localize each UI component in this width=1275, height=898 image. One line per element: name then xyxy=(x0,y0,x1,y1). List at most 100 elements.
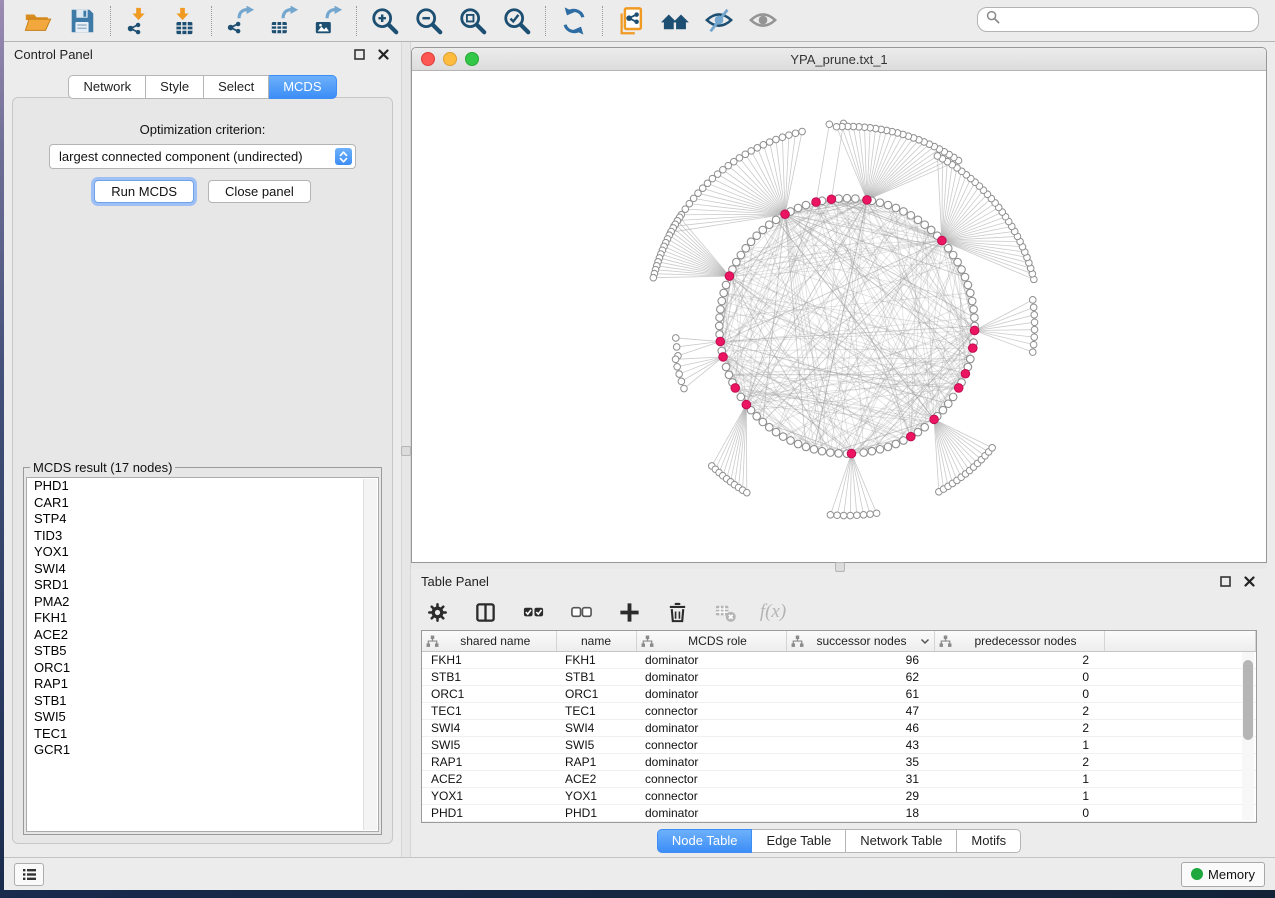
network-graph[interactable] xyxy=(412,71,1266,562)
table-row[interactable]: RAP1RAP1dominator352 xyxy=(422,754,1256,771)
table-row[interactable]: YOX1YOX1connector291 xyxy=(422,788,1256,805)
mcds-result-item[interactable]: GCR1 xyxy=(27,742,378,759)
table-scrollbar[interactable] xyxy=(1242,652,1254,820)
search-box[interactable] xyxy=(977,7,1259,32)
mcds-result-item[interactable]: SWI4 xyxy=(27,561,378,578)
table-row[interactable]: ACE2ACE2connector311 xyxy=(422,771,1256,788)
tab-select[interactable]: Select xyxy=(204,75,269,99)
show-panels-button[interactable] xyxy=(14,863,44,886)
export-network-button[interactable] xyxy=(225,6,255,36)
column-header-name[interactable]: name xyxy=(556,631,636,652)
close-panel-icon[interactable] xyxy=(1241,573,1257,589)
mcds-list-scrollbar[interactable] xyxy=(363,479,377,830)
graph-hub-node xyxy=(812,198,821,207)
table-row[interactable]: STB1STB1dominator620 xyxy=(422,669,1256,686)
export-image-button[interactable] xyxy=(313,6,343,36)
table-row[interactable]: TEC1TEC1connector472 xyxy=(422,703,1256,720)
horizontal-splitter[interactable] xyxy=(411,563,1267,569)
network-window-titlebar[interactable]: YPA_prune.txt_1 xyxy=(412,48,1266,71)
mcds-result-item[interactable]: STB1 xyxy=(27,693,378,710)
column-header-MCDS-role[interactable]: MCDS role xyxy=(636,631,786,652)
run-mcds-button[interactable]: Run MCDS xyxy=(94,180,194,203)
tab-network[interactable]: Network xyxy=(68,75,146,99)
float-panel-icon[interactable] xyxy=(351,46,367,62)
mcds-result-item[interactable]: ORC1 xyxy=(27,660,378,677)
save-session-button[interactable] xyxy=(67,6,97,36)
open-session-icon xyxy=(23,6,53,36)
mcds-result-item[interactable]: SWI5 xyxy=(27,709,378,726)
mcds-result-item[interactable]: PHD1 xyxy=(27,478,378,495)
graph-node xyxy=(860,449,868,457)
graph-leaf-node xyxy=(840,512,847,519)
graph-hub-node xyxy=(907,432,916,441)
tab-style[interactable]: Style xyxy=(146,75,204,99)
table-scrollbar-thumb[interactable] xyxy=(1243,660,1253,740)
close-panel-button[interactable]: Close panel xyxy=(208,180,311,203)
destroy-table-button[interactable] xyxy=(713,600,737,624)
graph-node xyxy=(964,281,972,289)
zoom-selected-region-button[interactable] xyxy=(502,6,532,36)
table-row[interactable]: SWI4SWI4dominator462 xyxy=(422,720,1256,737)
tab-edge-table[interactable]: Edge Table xyxy=(752,829,846,853)
tab-node-table[interactable]: Node Table xyxy=(657,829,753,853)
hide-selection-button[interactable] xyxy=(704,6,734,36)
mcds-result-item[interactable]: PMA2 xyxy=(27,594,378,611)
memory-button[interactable]: Memory xyxy=(1181,862,1265,887)
graph-node xyxy=(907,212,915,220)
add-column-button[interactable] xyxy=(617,600,641,624)
tab-motifs[interactable]: Motifs xyxy=(957,829,1021,853)
column-header-successor-nodes[interactable]: successor nodes xyxy=(786,631,934,652)
mcds-result-list[interactable]: PHD1CAR1STP4TID3YOX1SWI4SRD1PMA2FKH1ACE2… xyxy=(26,477,379,832)
table-row[interactable]: SWI5SWI5connector431 xyxy=(422,737,1256,754)
graph-node xyxy=(967,289,975,297)
delete-column-button[interactable] xyxy=(665,600,689,624)
gear-button[interactable] xyxy=(425,600,449,624)
select-all-button[interactable] xyxy=(521,600,545,624)
mcds-result-item[interactable]: ACE2 xyxy=(27,627,378,644)
mcds-result-item[interactable]: TID3 xyxy=(27,528,378,545)
split-panel-button[interactable] xyxy=(473,600,497,624)
network-canvas[interactable] xyxy=(412,71,1266,562)
import-network-from-file-button[interactable] xyxy=(124,6,154,36)
graph-hub-node xyxy=(847,449,856,458)
graph-node xyxy=(810,445,818,453)
optimization-criterion-select[interactable]: largest connected component (undirected) xyxy=(49,144,356,169)
zoom-out-button[interactable] xyxy=(414,6,444,36)
mcds-result-item[interactable]: RAP1 xyxy=(27,676,378,693)
column-header-shared-name[interactable]: shared name xyxy=(422,631,556,652)
apply-preferred-layout-button[interactable] xyxy=(559,6,589,36)
control-panel-tabs: NetworkStyleSelectMCDS xyxy=(4,75,401,99)
mcds-result-item[interactable]: TEC1 xyxy=(27,726,378,743)
close-panel-icon[interactable] xyxy=(375,46,391,62)
mcds-result-item[interactable]: STB5 xyxy=(27,643,378,660)
graph-node xyxy=(802,201,810,209)
deselect-all-button[interactable] xyxy=(569,600,593,624)
tab-mcds[interactable]: MCDS xyxy=(269,75,336,99)
splitter-grip[interactable] xyxy=(835,562,845,572)
open-session-button[interactable] xyxy=(23,6,53,36)
graph-node xyxy=(892,204,900,212)
new-network-from-selection-button[interactable] xyxy=(616,6,646,36)
zoom-in-button[interactable] xyxy=(370,6,400,36)
first-neighbors-button[interactable] xyxy=(660,6,690,36)
show-all-button[interactable] xyxy=(748,6,778,36)
column-header-predecessor-nodes[interactable]: predecessor nodes xyxy=(934,631,1104,652)
mcds-result-item[interactable]: SRD1 xyxy=(27,577,378,594)
float-panel-icon[interactable] xyxy=(1217,573,1233,589)
vertical-splitter[interactable] xyxy=(401,42,411,858)
export-table-button[interactable] xyxy=(269,6,299,36)
table-row[interactable]: PHD1PHD1dominator180 xyxy=(422,805,1256,822)
table-row[interactable]: ORC1ORC1dominator610 xyxy=(422,686,1256,703)
graph-node xyxy=(733,258,741,266)
zoom-fit-content-button[interactable] xyxy=(458,6,488,36)
search-input[interactable] xyxy=(1005,11,1250,28)
function-builder-button[interactable]: f(x) xyxy=(761,600,785,624)
tab-network-table[interactable]: Network Table xyxy=(846,829,957,853)
table-row[interactable]: FKH1FKH1dominator962 xyxy=(422,652,1256,669)
mcds-result-item[interactable]: FKH1 xyxy=(27,610,378,627)
import-table-from-file-button[interactable] xyxy=(168,6,198,36)
splitter-grip[interactable] xyxy=(401,446,411,456)
mcds-result-item[interactable]: CAR1 xyxy=(27,495,378,512)
mcds-result-item[interactable]: YOX1 xyxy=(27,544,378,561)
mcds-result-item[interactable]: STP4 xyxy=(27,511,378,528)
